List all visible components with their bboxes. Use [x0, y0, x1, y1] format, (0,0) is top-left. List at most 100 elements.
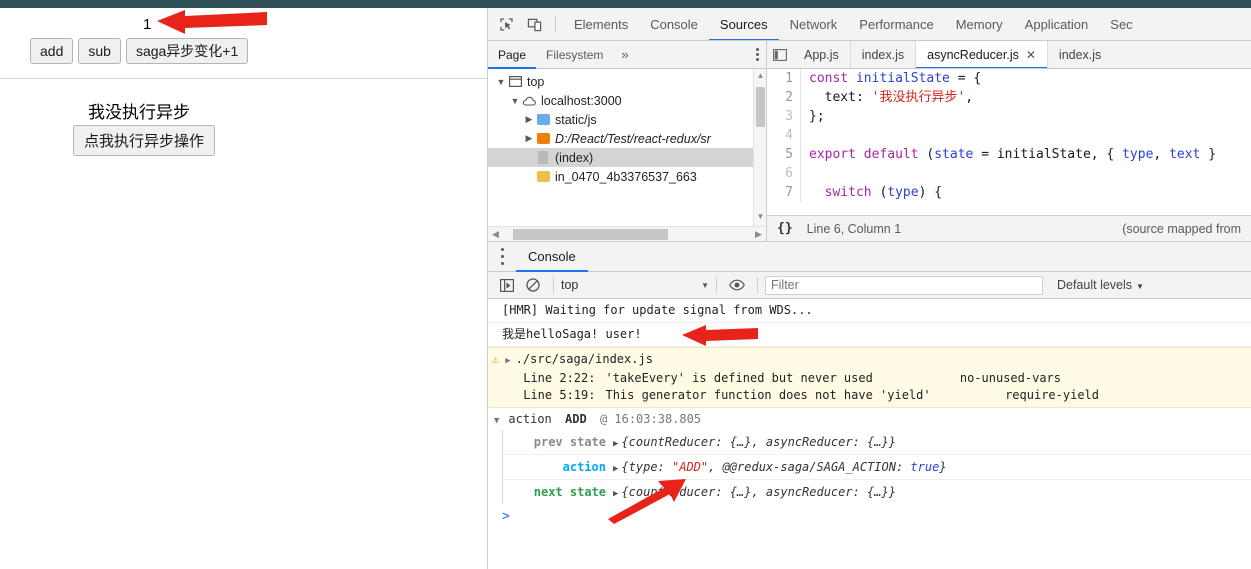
tree-item-project-folder[interactable]: ▶ D:/React/Test/react-redux/sr — [488, 129, 766, 148]
row-value[interactable]: ▶ {countReducer: {…}, asyncReducer: {…}} — [613, 435, 896, 449]
nav-more-tabs-icon[interactable]: » — [613, 47, 636, 62]
editor-tab-label: App.js — [804, 47, 839, 62]
group-header[interactable]: ▼ action ADD @ 16:03:38.805 — [488, 408, 1251, 430]
row-value-text: } — [939, 460, 947, 474]
scroll-left-icon[interactable]: ◀ — [488, 229, 503, 240]
nav-tab-page[interactable]: Page — [488, 41, 536, 69]
code-line: 1 const initialState = { — [767, 69, 1251, 88]
live-expression-icon[interactable] — [724, 273, 750, 297]
row-value[interactable]: ▶ {type: "ADD", @@redux-saga/SAGA_ACTION:… — [613, 460, 947, 474]
console-filter-input[interactable] — [765, 275, 1043, 295]
group-body: prev state ▶ {countReducer: {…}, asyncRed… — [502, 430, 1251, 504]
tree-item-static-js[interactable]: ▶ static/js — [488, 110, 766, 129]
drawer-tabbar: Console — [488, 242, 1251, 272]
code-text: text: '我没执行异步', — [809, 90, 974, 105]
twisty-icon[interactable]: ▶ — [522, 133, 536, 144]
tree-item-label: in_0470_4b3376537_663 — [555, 169, 697, 184]
twisty-icon[interactable]: ▶ — [613, 439, 618, 449]
add-button[interactable]: add — [30, 38, 74, 64]
execution-context-select[interactable]: top ▼ — [561, 278, 709, 292]
code-text: export default (state = initialState, { … — [809, 147, 1217, 162]
code-line: 3}; — [767, 107, 1251, 126]
editor-tab-index-js-1[interactable]: index.js — [851, 41, 917, 68]
tree-item-label: (index) — [555, 150, 594, 165]
console-toolbar: top ▼ Default levels▼ — [488, 272, 1251, 299]
tree-vertical-scrollbar[interactable]: ▲ ▼ — [753, 69, 766, 227]
close-icon[interactable]: ✕ — [1026, 48, 1036, 62]
editor-statusbar: {} Line 6, Column 1 (source mapped from — [767, 215, 1251, 241]
tree-item-localhost[interactable]: ▼ localhost:3000 — [488, 91, 766, 110]
tree-item-hashed-folder[interactable]: in_0470_4b3376537_663 — [488, 167, 766, 186]
twisty-icon[interactable]: ▶ — [613, 464, 618, 474]
editor-tab-app-js[interactable]: App.js — [793, 41, 851, 68]
devtools-panel: Elements Console Sources Network Perform… — [487, 8, 1251, 569]
tab-elements[interactable]: Elements — [563, 8, 639, 40]
warning-title-row[interactable]: ▶ ./src/saga/index.js — [505, 351, 1251, 370]
chevron-down-icon[interactable]: ▼ — [701, 281, 709, 290]
tab-memory[interactable]: Memory — [945, 8, 1014, 40]
code-line: 5 export default (state = initialState, {… — [767, 145, 1251, 164]
editor-tab-asyncreducer-js[interactable]: asyncReducer.js ✕ — [916, 41, 1048, 68]
scroll-down-icon[interactable]: ▼ — [754, 212, 766, 225]
pretty-print-icon[interactable]: {} — [777, 221, 793, 236]
tab-application[interactable]: Application — [1014, 8, 1100, 40]
scrollbar-thumb[interactable] — [513, 228, 668, 240]
clear-console-icon[interactable] — [520, 273, 546, 297]
twisty-icon[interactable]: ▶ — [505, 356, 510, 366]
line-number: 1 — [767, 69, 801, 88]
saga-async-button[interactable]: saga异步变化+1 — [125, 38, 249, 64]
console-drawer: Console top ▼ Filter Default levels ▼ [H… — [488, 241, 1251, 569]
row-value[interactable]: ▶ {countReducer: {…}, asyncReducer: {…}} — [613, 485, 896, 499]
console-message-redux-group: ▼ action ADD @ 16:03:38.805 prev state ▶{… — [488, 408, 1251, 504]
tree-horizontal-scrollbar[interactable]: ◀ ▶ — [488, 226, 766, 241]
toolbar-divider — [553, 277, 554, 293]
group-row-next-state: next state ▶ {countReducer: {…}, asyncRed… — [503, 480, 1251, 504]
console-message-hmr: [HMR] Waiting for update signal from WDS… — [488, 299, 1251, 323]
warning-rule: require-yield — [1005, 388, 1099, 402]
async-status-text: 我没执行异步 — [88, 103, 190, 122]
drawer-kebab-icon[interactable] — [488, 246, 516, 267]
scroll-up-icon[interactable]: ▲ — [754, 71, 766, 84]
tree-item-label: static/js — [555, 112, 597, 127]
scrollbar-thumb[interactable] — [756, 87, 765, 127]
editor-tabbar: App.js index.js asyncReducer.js ✕ index.… — [767, 41, 1251, 69]
show-navigator-icon[interactable] — [767, 48, 793, 61]
code-line: 2 text: '我没执行异步', — [767, 88, 1251, 107]
sub-button[interactable]: sub — [78, 38, 121, 64]
tab-security[interactable]: Sec — [1099, 8, 1143, 40]
twisty-icon[interactable]: ▶ — [613, 489, 618, 499]
console-sidebar-icon[interactable] — [494, 273, 520, 297]
device-toolbar-icon[interactable] — [520, 11, 548, 37]
tab-performance[interactable]: Performance — [848, 8, 944, 40]
drawer-tab-console[interactable]: Console — [516, 242, 588, 272]
editor-tab-index-js-2[interactable]: index.js — [1048, 41, 1112, 68]
code-text: const initialState = { — [809, 71, 982, 86]
tab-sources[interactable]: Sources — [709, 8, 779, 40]
group-timestamp: @ 16:03:38.805 — [599, 412, 702, 426]
console-prompt[interactable]: > — [488, 504, 1251, 524]
run-async-button[interactable]: 点我执行异步操作 — [73, 125, 216, 156]
navigator-kebab-icon[interactable] — [756, 46, 759, 63]
row-label: prev state — [533, 435, 606, 449]
twisty-icon[interactable]: ▼ — [508, 96, 522, 106]
devtools-main-tabbar: Elements Console Sources Network Perform… — [488, 8, 1251, 41]
tab-console[interactable]: Console — [639, 8, 709, 40]
tree-item-index[interactable]: (index) — [488, 148, 766, 167]
code-editor[interactable]: 1 const initialState = { 2 text: '我没执行异步'… — [767, 69, 1251, 215]
twisty-icon[interactable]: ▼ — [494, 416, 499, 426]
warning-title: ./src/saga/index.js — [515, 352, 653, 366]
group-row-action: action ▶ {type: "ADD", @@redux-saga/SAGA_… — [503, 455, 1251, 480]
nav-tab-filesystem[interactable]: Filesystem — [536, 41, 613, 69]
scrollbar-track[interactable] — [503, 227, 751, 242]
twisty-icon[interactable]: ▶ — [522, 114, 536, 125]
log-levels-select[interactable]: Default levels ▼ — [1057, 278, 1144, 292]
navigator-pane: Page Filesystem » ▼ top ▼ localhost:3000… — [488, 41, 767, 241]
tab-network[interactable]: Network — [779, 8, 849, 40]
twisty-icon[interactable]: ▼ — [494, 77, 508, 87]
folder-icon — [536, 113, 550, 126]
inspect-element-icon[interactable] — [492, 11, 520, 37]
row-value-text: {countReducer: {…}, asyncReducer: {…}} — [621, 485, 896, 499]
group-prefix: action — [508, 412, 552, 426]
tree-item-top[interactable]: ▼ top — [488, 72, 766, 91]
scroll-right-icon[interactable]: ▶ — [751, 229, 766, 240]
